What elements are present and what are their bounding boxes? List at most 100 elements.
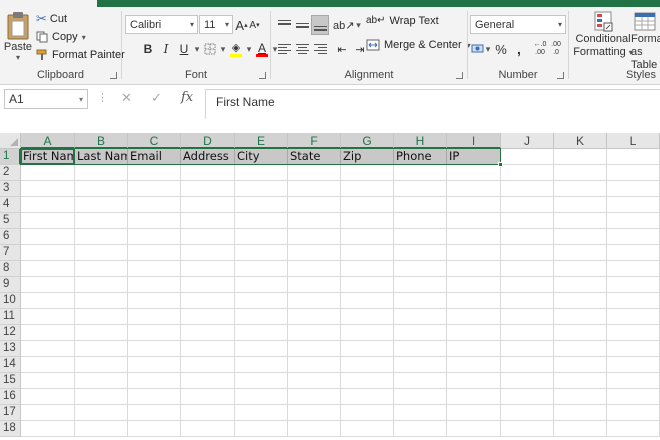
cell-h9[interactable] (394, 277, 447, 293)
cell-f14[interactable] (288, 357, 341, 373)
top-align-button[interactable] (275, 15, 293, 35)
increase-decimal-button[interactable]: ←.0 .00 (532, 39, 548, 59)
row-header-3[interactable]: 3 (0, 181, 21, 197)
cell-e5[interactable] (235, 213, 288, 229)
cell-k15[interactable] (554, 373, 607, 389)
align-center-button[interactable] (293, 39, 311, 59)
cell-a14[interactable] (21, 357, 75, 373)
cell-j8[interactable] (501, 261, 554, 277)
underline-dropdown-icon[interactable]: ▾ (193, 39, 201, 59)
cell-h18[interactable] (394, 421, 447, 437)
row-header-5[interactable]: 5 (0, 213, 21, 229)
cell-c16[interactable] (128, 389, 181, 405)
cell-l4[interactable] (607, 197, 660, 213)
cell-g11[interactable] (341, 309, 394, 325)
cell-b17[interactable] (75, 405, 128, 421)
comma-style-button[interactable]: , (510, 39, 528, 59)
cell-g1[interactable]: Zip (341, 149, 394, 165)
cell-l8[interactable] (607, 261, 660, 277)
cell-d10[interactable] (181, 293, 235, 309)
number-launcher-icon[interactable] (557, 72, 564, 79)
cell-g13[interactable] (341, 341, 394, 357)
cell-g17[interactable] (341, 405, 394, 421)
cell-c10[interactable] (128, 293, 181, 309)
column-header-d[interactable]: D (181, 133, 235, 149)
cell-e18[interactable] (235, 421, 288, 437)
italic-button[interactable]: I (157, 39, 175, 59)
cell-a13[interactable] (21, 341, 75, 357)
cell-g2[interactable] (341, 165, 394, 181)
cell-f5[interactable] (288, 213, 341, 229)
cell-i10[interactable] (447, 293, 501, 309)
cell-h1[interactable]: Phone (394, 149, 447, 165)
cell-i6[interactable] (447, 229, 501, 245)
cell-c18[interactable] (128, 421, 181, 437)
cell-b7[interactable] (75, 245, 128, 261)
copy-button[interactable]: Copy ▾ (36, 29, 86, 45)
cell-a7[interactable] (21, 245, 75, 261)
font-name-dropdown[interactable]: Calibri ▾ (125, 15, 198, 34)
cell-h13[interactable] (394, 341, 447, 357)
cell-b15[interactable] (75, 373, 128, 389)
row-header-17[interactable]: 17 (0, 405, 21, 421)
cell-e11[interactable] (235, 309, 288, 325)
cell-e3[interactable] (235, 181, 288, 197)
cell-g3[interactable] (341, 181, 394, 197)
cell-l14[interactable] (607, 357, 660, 373)
cell-g9[interactable] (341, 277, 394, 293)
row-header-1[interactable]: 1 (0, 149, 21, 165)
cell-d5[interactable] (181, 213, 235, 229)
cell-c9[interactable] (128, 277, 181, 293)
column-header-c[interactable]: C (128, 133, 181, 149)
cell-i4[interactable] (447, 197, 501, 213)
cell-a17[interactable] (21, 405, 75, 421)
cell-l3[interactable] (607, 181, 660, 197)
cell-f1[interactable]: State (288, 149, 341, 165)
cell-e17[interactable] (235, 405, 288, 421)
row-header-9[interactable]: 9 (0, 277, 21, 293)
cell-f17[interactable] (288, 405, 341, 421)
cell-f15[interactable] (288, 373, 341, 389)
cell-l6[interactable] (607, 229, 660, 245)
cell-d15[interactable] (181, 373, 235, 389)
paste-dropdown-icon[interactable]: ▾ (16, 53, 20, 62)
cell-a3[interactable] (21, 181, 75, 197)
format-painter-button[interactable]: Format Painter (36, 47, 125, 63)
font-color-button[interactable]: A (253, 39, 271, 59)
cell-j7[interactable] (501, 245, 554, 261)
row-header-2[interactable]: 2 (0, 165, 21, 181)
cell-j1[interactable] (501, 149, 554, 165)
cell-l5[interactable] (607, 213, 660, 229)
cell-h3[interactable] (394, 181, 447, 197)
cell-j17[interactable] (501, 405, 554, 421)
cell-k12[interactable] (554, 325, 607, 341)
column-header-f[interactable]: F (288, 133, 341, 149)
cell-b9[interactable] (75, 277, 128, 293)
cell-a11[interactable] (21, 309, 75, 325)
cell-d3[interactable] (181, 181, 235, 197)
column-header-e[interactable]: E (235, 133, 288, 149)
cell-j3[interactable] (501, 181, 554, 197)
cell-f12[interactable] (288, 325, 341, 341)
cell-k18[interactable] (554, 421, 607, 437)
cell-a9[interactable] (21, 277, 75, 293)
cell-h2[interactable] (394, 165, 447, 181)
cell-c4[interactable] (128, 197, 181, 213)
cell-l11[interactable] (607, 309, 660, 325)
cell-i3[interactable] (447, 181, 501, 197)
cell-f18[interactable] (288, 421, 341, 437)
cell-j5[interactable] (501, 213, 554, 229)
bold-button[interactable]: B (139, 39, 157, 59)
decrease-indent-button[interactable]: ⇤ (333, 39, 351, 59)
font-launcher-icon[interactable] (259, 72, 266, 79)
cell-j6[interactable] (501, 229, 554, 245)
cell-b1[interactable]: Last Name (75, 149, 128, 165)
cell-g7[interactable] (341, 245, 394, 261)
cell-g4[interactable] (341, 197, 394, 213)
insert-function-icon[interactable]: fx (181, 90, 193, 105)
select-all-button[interactable] (0, 133, 21, 149)
cell-d2[interactable] (181, 165, 235, 181)
borders-dropdown-icon[interactable]: ▾ (219, 39, 227, 59)
cell-b4[interactable] (75, 197, 128, 213)
cell-g8[interactable] (341, 261, 394, 277)
